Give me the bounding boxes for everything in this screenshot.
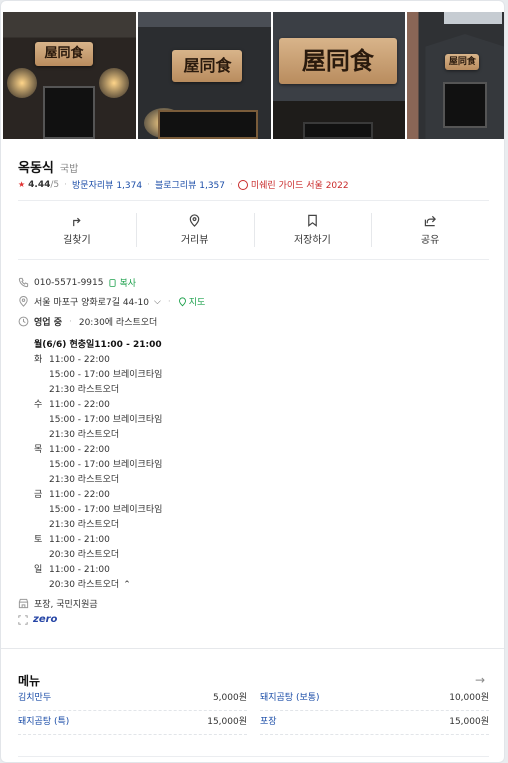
visitor-review-link[interactable]: 방문자리뷰 1,374 [72,178,142,191]
chevron-up-icon[interactable]: ⌃ [123,578,131,593]
phone-icon [18,277,29,288]
hours-line: 15:00 - 17:00 브레이크타임 [49,460,163,470]
hours-line: 21:30 라스트오더 [49,385,120,395]
directions-button[interactable]: 길찾기 [18,211,136,249]
hours-line: 21:30 라스트오더 [49,430,120,440]
place-category: 국밥 [59,164,79,175]
phone-number: 010-5571-9915 [34,277,104,288]
star-icon: ★ [18,180,26,189]
zero-pay-row: zero [18,614,57,625]
michelin-badge[interactable]: 미쉐린 가이드 서울 2022 [237,178,349,191]
open-status: 영업 중 [34,318,62,328]
place-card: 屋同食 屋同食 屋同食 屋同食 옥동식 국밥 ★ 4.44/5 · 방문자리뷰 … [0,0,505,763]
day-label: 금 [34,490,43,500]
location-pin-icon [189,214,200,227]
phone-row: 010-5571-9915 복사 [18,276,136,289]
copy-icon [109,278,117,287]
today-hours: 월(6/6) 현충일11:00 - 21:00 [34,340,162,350]
menu-item[interactable]: 돼지곰탕 (보통) 10,000원 [260,693,489,711]
day-label: 목 [34,445,43,455]
facilities-text: 포장, 국민지원금 [34,600,98,610]
day-label: 수 [34,400,43,410]
hours-list: 월(6/6) 현충일11:00 - 21:00 화 11:00 - 22:00 15… [34,338,162,593]
restaurant-sign: 屋同食 [35,42,93,66]
hours-line: 11:00 - 22:00 [49,400,110,410]
weekday-hours: 화 11:00 - 22:00 15:00 - 17:00 브레이크타임 21:30 … [34,353,162,593]
scan-icon [18,614,28,625]
photo-strip[interactable]: 屋同食 屋同食 屋同食 屋同食 [3,12,504,139]
share-button[interactable]: 공유 [371,211,489,249]
copy-button[interactable]: 복사 [108,276,136,289]
hours-row[interactable]: 영업 중 · 20:30에 라스트오더 [18,315,157,328]
restaurant-sign: 屋同食 [445,54,480,70]
menu-title: 메뉴 [18,674,41,688]
day-label: 토 [34,535,43,545]
menu-item[interactable]: 포장 15,000원 [260,717,489,735]
blog-review-link[interactable]: 블로그리뷰 1,357 [155,178,225,191]
facilities-row: 포장, 국민지원금 [18,597,98,610]
title-row: 옥동식 국밥 [18,157,78,176]
share-icon [424,215,436,227]
map-link[interactable]: 지도 [178,295,205,308]
menu-item[interactable]: 돼지곰탕 (특) 15,000원 [18,717,247,735]
meta-row: ★ 4.44/5 · 방문자리뷰 1,374 · 블로그리뷰 1,357 · 미… [18,178,349,191]
day-hours-row: 수 11:00 - 22:00 15:00 - 17:00 브레이크타임 21:30 … [34,398,162,443]
menu-item[interactable]: 김치만두 5,000원 [18,693,247,711]
hours-line: 11:00 - 22:00 [49,490,110,500]
street-view-button[interactable]: 거리뷰 [135,211,254,249]
day-label: 일 [34,565,43,575]
clock-icon [18,316,29,327]
place-name: 옥동식 [18,161,54,176]
address-row: 서울 마포구 양화로7길 44-10 ⌵ · 지도 [18,295,205,308]
rating-max: /5 [50,179,60,190]
photo-1[interactable]: 屋同食 [3,12,137,139]
photo-3[interactable]: 屋同食 [272,12,406,139]
hours-line: 11:00 - 22:00 [49,445,110,455]
store-icon [18,598,29,609]
chevron-down-icon[interactable]: ⌵ [154,297,161,307]
day-hours-row: 토 11:00 - 21:00 20:30 라스트오더 [34,533,162,563]
address-text: 서울 마포구 양화로7길 44-10 [34,298,149,308]
hours-line: 21:30 라스트오더 [49,520,120,530]
hours-line: 21:30 라스트오더 [49,475,120,485]
photo-2[interactable]: 屋同食 [138,12,271,139]
directions-icon [73,217,81,227]
arrow-right-icon[interactable]: → [475,673,485,687]
bookmark-icon [308,214,317,227]
day-hours-row: 목 11:00 - 22:00 15:00 - 17:00 브레이크타임 21:30 … [34,443,162,488]
map-pin-icon [178,297,186,306]
menu-list: 김치만두 5,000원 돼지곰탕 (보통) 10,000원 돼지곰탕 (특) 1… [18,693,489,735]
day-hours-row: 화 11:00 - 22:00 15:00 - 17:00 브레이크타임 21:30 … [34,353,162,398]
day-hours-row: 금 11:00 - 22:00 15:00 - 17:00 브레이크타임 21:30 … [34,488,162,533]
photo-4[interactable]: 屋同食 [407,12,504,139]
hours-line: 15:00 - 17:00 브레이크타임 [49,415,163,425]
day-hours-row: 일 11:00 - 21:00 20:30 라스트오더 ⌃ [34,563,162,593]
hours-line: 15:00 - 17:00 브레이크타임 [49,505,163,515]
hours-line: 20:30 라스트오더 ⌃ [49,578,131,593]
action-bar: 길찾기 거리뷰 저장하기 공유 [18,211,489,249]
restaurant-sign: 屋同食 [172,50,243,82]
last-order-text: 20:30에 라스트오더 [78,318,158,328]
hours-line: 11:00 - 21:00 [49,565,110,575]
restaurant-sign: 屋同食 [278,38,397,84]
hours-line: 15:00 - 17:00 브레이크타임 [49,370,163,380]
michelin-icon [237,179,248,190]
location-pin-icon [19,296,28,307]
rating-value: 4.44 [28,179,51,190]
zero-pay-logo: zero [33,614,58,625]
hours-line: 11:00 - 22:00 [49,355,110,365]
day-label: 화 [34,355,43,365]
hours-line: 20:30 라스트오더 [49,550,120,560]
hours-line: 11:00 - 21:00 [49,535,110,545]
save-button[interactable]: 저장하기 [253,211,372,249]
